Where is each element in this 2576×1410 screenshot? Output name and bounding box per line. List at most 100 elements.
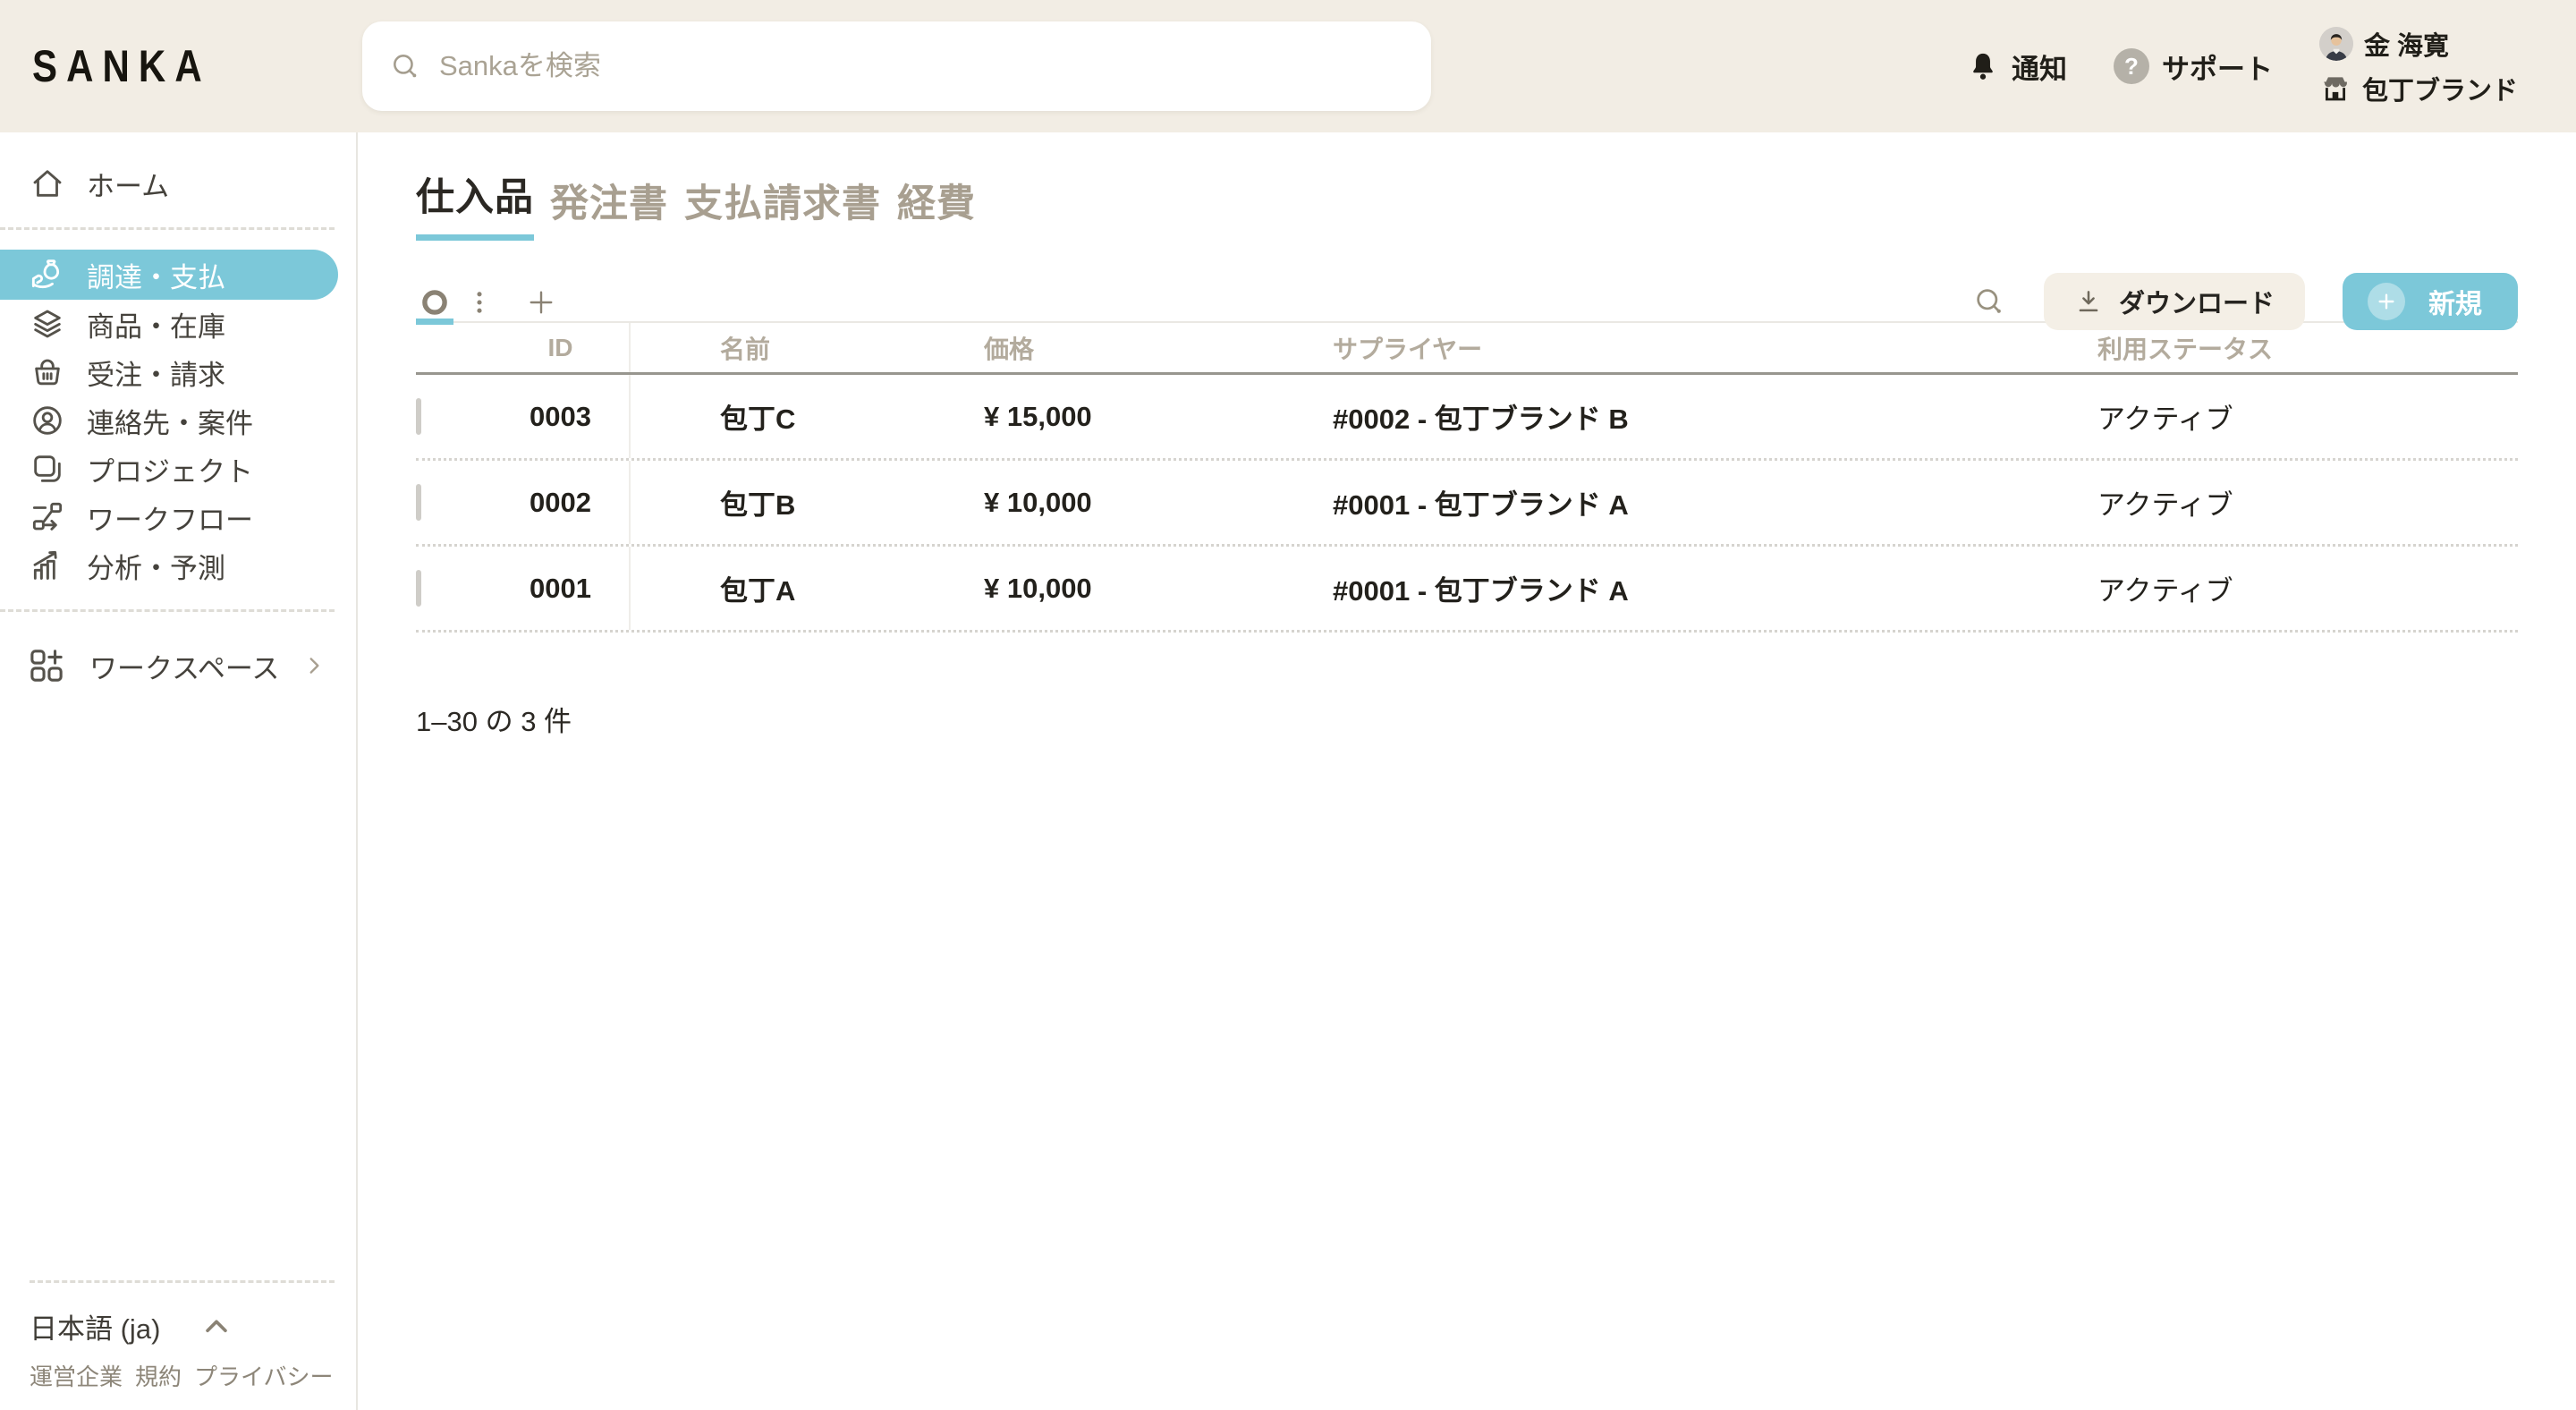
page-tabs: 仕入品 発注書 支払請求書 経費 — [416, 166, 2518, 241]
row-checkbox[interactable] — [416, 570, 421, 607]
procurement-icon — [30, 257, 65, 293]
cell-status: アクティブ — [2008, 396, 2518, 437]
sidebar-item-projects[interactable]: プロジェクト — [0, 445, 356, 493]
sidebar-item-workflows[interactable]: ワークフロー — [0, 493, 356, 541]
cell-price: ¥ 15,000 — [894, 401, 1243, 433]
workspace-icon — [27, 646, 66, 685]
cell-price: ¥ 10,000 — [894, 573, 1243, 605]
tab-purchase-orders[interactable]: 発注書 — [550, 173, 668, 241]
contact-icon — [30, 403, 65, 438]
cell-status: アクティブ — [2008, 568, 2518, 608]
store-icon — [2319, 72, 2351, 105]
user-avatar — [2319, 27, 2353, 61]
column-header-id[interactable]: ID — [492, 323, 631, 372]
row-checkbox[interactable] — [416, 398, 421, 435]
sidebar-item-label: 商品・在庫 — [87, 304, 225, 344]
analytics-icon — [30, 548, 65, 583]
topbar-right: 通知 ? サポート — [1967, 0, 2518, 132]
sidebar-footer: 日本語 (ja) 運営企業 規約 プライバシー — [0, 1261, 356, 1410]
sidebar-item-home[interactable]: ホーム — [0, 159, 356, 208]
add-view-icon[interactable] — [525, 286, 557, 319]
user-menu[interactable]: 金 海寛 包丁ブランド — [2319, 25, 2518, 107]
cell-name[interactable]: 包丁C — [631, 396, 894, 437]
view-circle-icon — [419, 286, 451, 319]
download-button[interactable]: ダウンロード — [2044, 273, 2305, 330]
cell-supplier[interactable]: #0002 - 包丁ブランド B — [1243, 396, 2008, 437]
cell-price: ¥ 10,000 — [894, 487, 1243, 519]
plus-icon — [2368, 283, 2405, 320]
support-button[interactable]: ? サポート — [2114, 47, 2273, 87]
sidebar-item-contacts[interactable]: 連絡先・案件 — [0, 396, 356, 445]
workflow-icon — [30, 499, 65, 535]
global-search[interactable] — [362, 21, 1431, 111]
help-icon: ? — [2114, 48, 2149, 84]
tab-expenses[interactable]: 経費 — [897, 173, 976, 241]
user-row[interactable]: 金 海寛 — [2319, 25, 2518, 63]
table-header-row: ID 名前 価格 サプライヤー 利用ステータス — [416, 323, 2518, 375]
table-row[interactable]: 0001 包丁A ¥ 10,000 #0001 - 包丁ブランド A アクティブ — [416, 547, 2518, 633]
notifications-label: 通知 — [2012, 47, 2067, 87]
supply-items-table: ID 名前 価格 サプライヤー 利用ステータス 0003 包丁C ¥ 15,00… — [416, 323, 2518, 739]
org-row[interactable]: 包丁ブランド — [2319, 70, 2518, 107]
sidebar-item-label: 受注・請求 — [87, 352, 225, 393]
cell-supplier[interactable]: #0001 - 包丁ブランド A — [1243, 568, 2008, 608]
row-checkbox[interactable] — [416, 484, 421, 521]
company-link[interactable]: 運営企業 — [30, 1359, 123, 1392]
cell-supplier[interactable]: #0001 - 包丁ブランド A — [1243, 482, 2008, 522]
language-label: 日本語 (ja) — [30, 1306, 160, 1346]
download-label: ダウンロード — [2119, 283, 2275, 320]
table-row[interactable]: 0003 包丁C ¥ 15,000 #0002 - 包丁ブランド B アクティブ — [416, 375, 2518, 461]
column-header-status[interactable]: 利用ステータス — [2008, 330, 2518, 366]
column-header-price[interactable]: 価格 — [894, 330, 1243, 366]
view-tab-circle[interactable] — [416, 284, 453, 321]
brand-logo[interactable]: SANKA — [32, 0, 211, 132]
privacy-link[interactable]: プライバシー — [194, 1359, 333, 1392]
basket-icon — [30, 354, 65, 390]
sidebar: ホーム 調達・支払 商品・在庫 — [0, 132, 358, 1410]
sidebar-item-products[interactable]: 商品・在庫 — [0, 300, 356, 348]
sidebar-item-workspace[interactable]: ワークスペース — [0, 641, 356, 691]
more-menu-icon[interactable] — [464, 287, 495, 318]
search-input[interactable] — [439, 50, 1404, 82]
cell-name[interactable]: 包丁A — [631, 568, 894, 608]
search-icon — [389, 50, 421, 82]
sidebar-item-label: プロジェクト — [87, 449, 253, 489]
topbar: SANKA 通知 ? サポート — [0, 0, 2576, 132]
chevron-right-icon — [302, 654, 326, 677]
sidebar-item-label: ワークフロー — [87, 497, 253, 538]
sidebar-item-procurement[interactable]: 調達・支払 — [0, 250, 338, 300]
sidebar-divider — [30, 1280, 335, 1283]
main-content: 仕入品 発注書 支払請求書 経費 — [358, 132, 2576, 1410]
table-row[interactable]: 0002 包丁B ¥ 10,000 #0001 - 包丁ブランド A アクティブ — [416, 461, 2518, 547]
pagination-summary: 1–30 の 3 件 — [416, 699, 2518, 739]
support-label: サポート — [2162, 47, 2273, 87]
tab-bills[interactable]: 支払請求書 — [684, 173, 881, 241]
table-search-icon[interactable] — [1972, 285, 2006, 319]
tab-supply-items[interactable]: 仕入品 — [416, 166, 534, 241]
sidebar-item-orders[interactable]: 受注・請求 — [0, 348, 356, 396]
column-header-supplier[interactable]: サプライヤー — [1243, 330, 2008, 366]
sidebar-item-label: 分析・予測 — [87, 546, 225, 586]
table-toolbar: ダウンロード 新規 — [416, 284, 2518, 323]
sidebar-item-label: ホーム — [87, 164, 169, 204]
sidebar-item-label: 連絡先・案件 — [87, 401, 253, 441]
column-header-name[interactable]: 名前 — [631, 330, 894, 366]
cell-status: アクティブ — [2008, 482, 2518, 522]
terms-link[interactable]: 規約 — [135, 1359, 182, 1392]
sidebar-item-label: 調達・支払 — [87, 255, 225, 295]
home-icon — [30, 166, 65, 201]
new-label: 新規 — [2428, 282, 2482, 321]
toolbar-actions: ダウンロード 新規 — [1972, 273, 2518, 330]
cell-name[interactable]: 包丁B — [631, 482, 894, 522]
cell-id: 0003 — [492, 375, 631, 458]
notifications-button[interactable]: 通知 — [1967, 47, 2067, 87]
sidebar-divider — [0, 609, 335, 612]
workspace-label: ワークスペース — [89, 646, 279, 686]
projects-icon — [30, 451, 65, 487]
cell-id: 0001 — [492, 547, 631, 630]
sidebar-item-analytics[interactable]: 分析・予測 — [0, 541, 356, 590]
layers-icon — [30, 306, 65, 342]
language-selector[interactable]: 日本語 (ja) — [30, 1306, 335, 1346]
download-icon — [2074, 287, 2103, 316]
new-button[interactable]: 新規 — [2343, 273, 2518, 330]
